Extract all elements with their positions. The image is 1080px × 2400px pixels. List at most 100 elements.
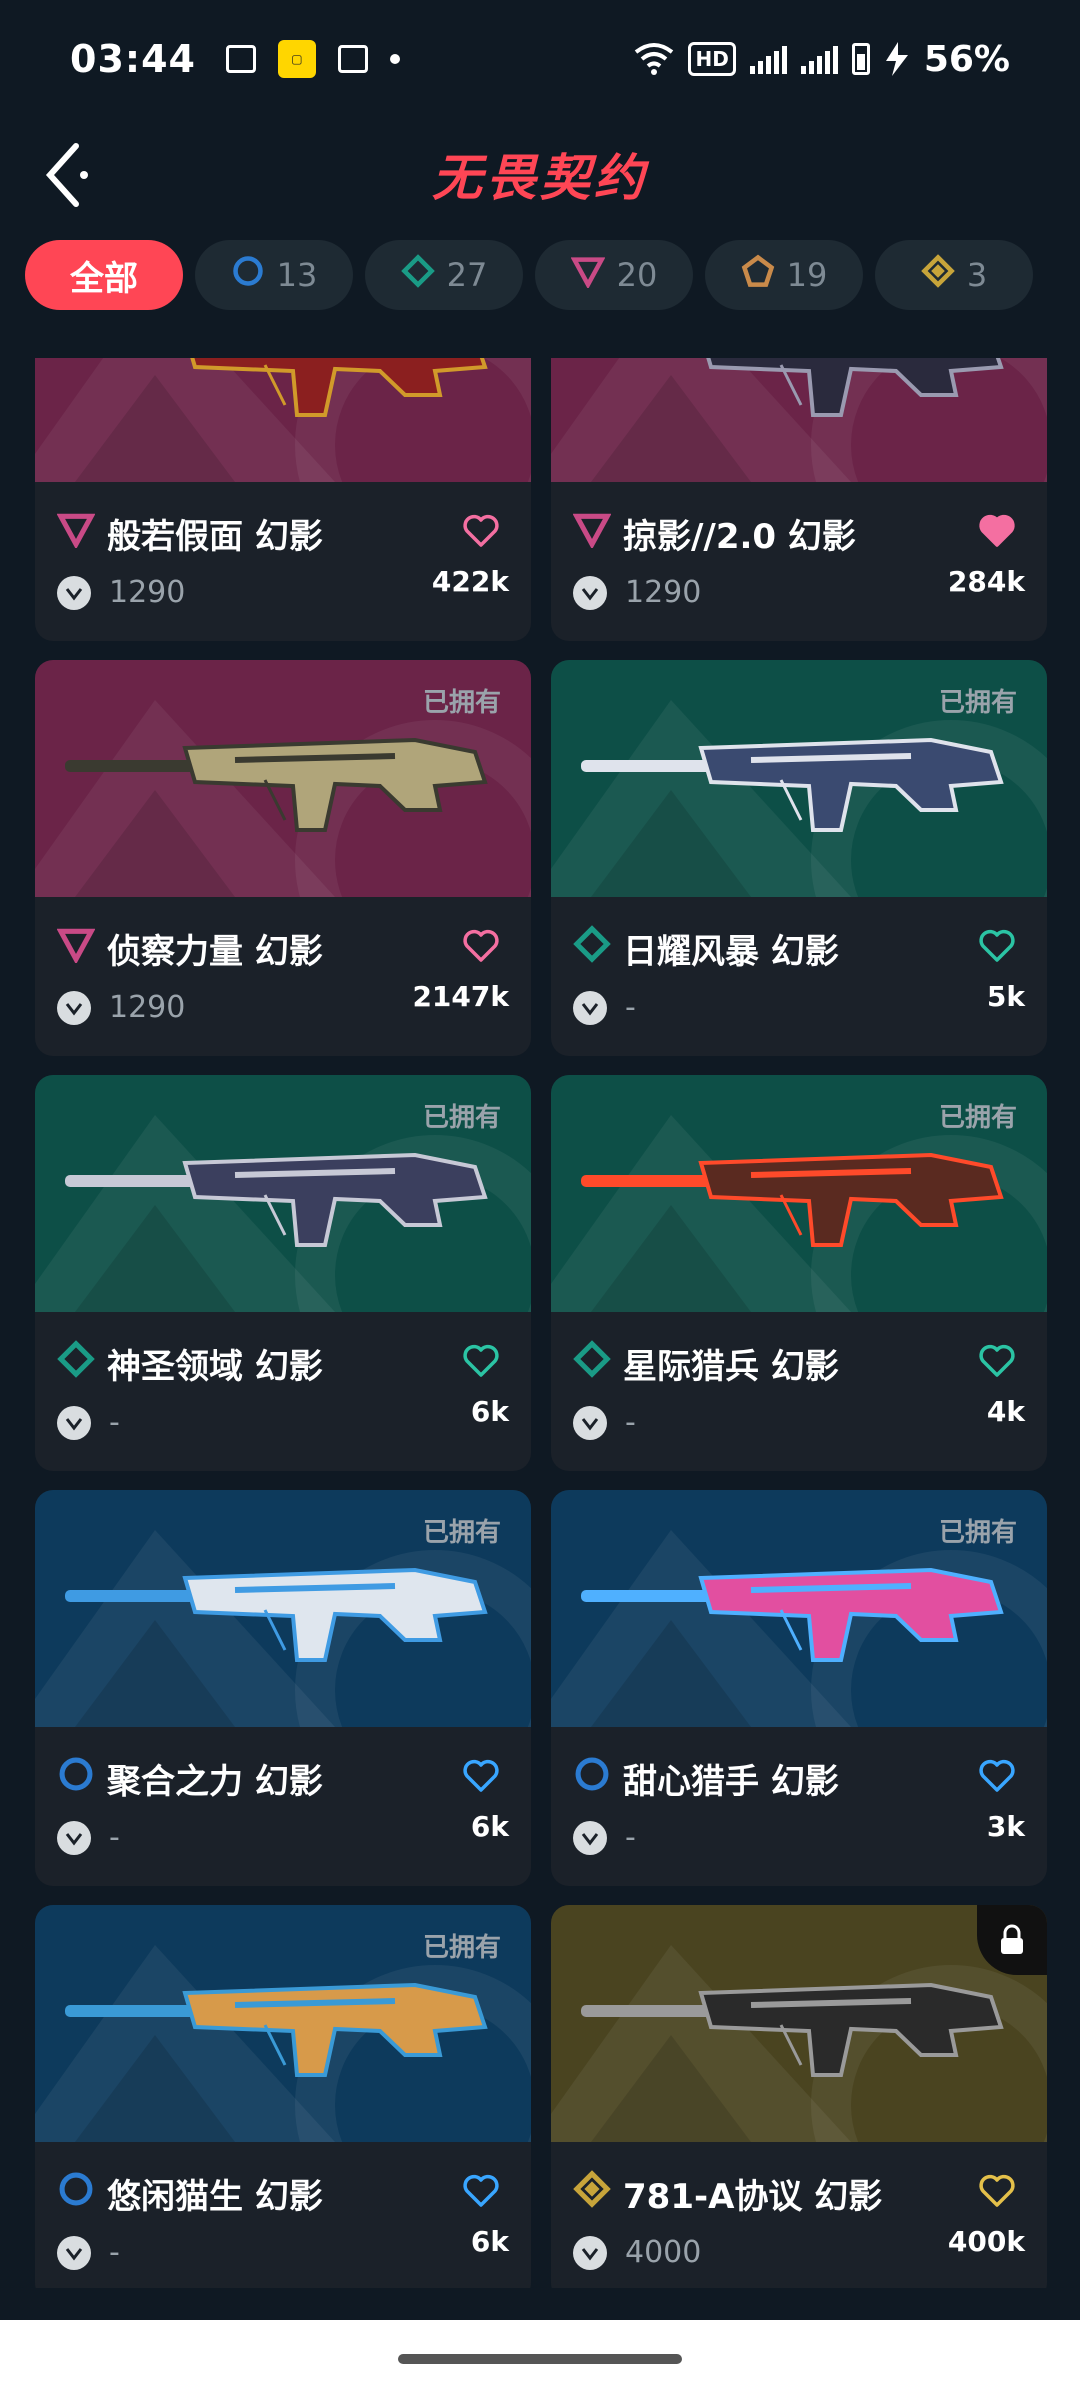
heart-filled-icon[interactable]	[977, 511, 1017, 551]
tier-filter-bar: 全部 13 27 20 19 3	[25, 240, 1033, 310]
like-count: 284k	[947, 565, 1025, 598]
vp-currency-icon	[573, 575, 607, 610]
screenshot-icon	[337, 45, 368, 73]
heart-icon[interactable]	[461, 926, 501, 966]
skin-card[interactable]: 已拥有 聚合之力 幻影 - 6k	[35, 1490, 531, 1886]
like-count: 4k	[986, 1395, 1025, 1428]
battery-icon	[851, 43, 870, 75]
filter-chip-select[interactable]: 13	[195, 240, 353, 310]
price-value: -	[109, 1405, 120, 1440]
like-count: 422k	[431, 565, 509, 598]
filter-chip-deluxe[interactable]: 27	[365, 240, 523, 310]
owned-badge: 已拥有	[938, 688, 1017, 718]
status-bar: 03:44 ▢ HD 56%	[0, 0, 1080, 118]
heart-icon[interactable]	[461, 1341, 501, 1381]
deluxe-tier-icon	[57, 1340, 95, 1387]
premium-tier-icon	[572, 510, 612, 557]
skin-price: 1290	[57, 990, 185, 1025]
ultra-tier-icon	[921, 254, 955, 296]
skin-price: 4000	[573, 2235, 701, 2270]
ultra-tier-icon	[573, 2170, 611, 2217]
price-value: 4000	[625, 2235, 702, 2270]
skin-name: 日耀风暴 幻影	[623, 932, 839, 972]
filter-chip-label: 19	[786, 256, 828, 294]
skin-card[interactable]: 掠影//2.0 幻影 1290 284k	[551, 358, 1047, 641]
premium-tier-icon	[56, 510, 96, 557]
like-count: 2147k	[412, 980, 509, 1013]
skin-card[interactable]: 781-A协议 幻影 4000 400k	[551, 1905, 1047, 2288]
vp-currency-icon	[57, 990, 91, 1025]
deluxe-tier-icon	[400, 254, 435, 296]
price-value: 1290	[109, 575, 186, 610]
hd-icon: HD	[688, 42, 736, 76]
app-notification-icon: ▢	[277, 40, 316, 78]
skin-title: 甜心猎手 幻影	[573, 1754, 839, 1803]
skin-card[interactable]: 已拥有 日耀风暴 幻影 - 5k	[551, 660, 1047, 1056]
skin-name: 神圣领域 幻影	[107, 1347, 323, 1387]
battery-percent: 56%	[923, 38, 1010, 80]
skin-title: 日耀风暴 幻影	[573, 924, 839, 973]
page-title: 无畏契约	[432, 149, 648, 207]
price-value: -	[109, 1820, 120, 1855]
skin-card[interactable]: 已拥有星际猎兵 幻影 - 4k	[551, 1075, 1047, 1471]
like-count: 5k	[986, 980, 1025, 1013]
skin-title: 侦察力量 幻影	[56, 924, 323, 973]
price-value: -	[625, 1820, 636, 1855]
price-value: -	[109, 2235, 120, 2270]
skin-title: 掠影//2.0 幻影	[572, 509, 856, 558]
price-value: 1290	[109, 990, 186, 1025]
skin-card[interactable]: 已拥有神圣领域 幻影 - 6k	[35, 1075, 531, 1471]
skin-name: 星际猎兵 幻影	[623, 1347, 839, 1387]
owned-badge: 已拥有	[422, 1103, 501, 1133]
vp-currency-icon	[57, 2235, 91, 2270]
skin-image	[551, 358, 1047, 482]
heart-icon[interactable]	[977, 1341, 1017, 1381]
skin-name: 781-A协议 幻影	[623, 2177, 883, 2217]
skin-price: 1290	[573, 575, 701, 610]
status-time: 03:44	[70, 37, 196, 81]
heart-icon[interactable]	[977, 1756, 1017, 1796]
like-count: 6k	[470, 1395, 509, 1428]
filter-chip-label: 20	[616, 256, 658, 294]
skin-title: 星际猎兵 幻影	[573, 1339, 839, 1388]
skin-title: 般若假面 幻影	[56, 509, 323, 558]
skin-title: 781-A协议 幻影	[573, 2169, 882, 2218]
price-value: 1290	[625, 575, 702, 610]
skin-price: -	[57, 1820, 120, 1855]
filter-chip-label: 全部	[70, 258, 138, 299]
system-nav-bar	[0, 2320, 1080, 2400]
skin-card[interactable]: 已拥有 悠闲猫生 幻影 - 6k	[35, 1905, 531, 2288]
filter-chip-premium[interactable]: 20	[535, 240, 693, 310]
heart-icon[interactable]	[461, 2171, 501, 2211]
filter-chip-label: 3	[966, 256, 988, 294]
owned-badge: 已拥有	[938, 1103, 1017, 1133]
heart-icon[interactable]	[977, 926, 1017, 966]
skin-price: -	[573, 1405, 636, 1440]
skin-name: 侦察力量 幻影	[107, 932, 323, 972]
select-tier-icon	[573, 1755, 611, 1802]
filter-chip-exclusive[interactable]: 19	[705, 240, 863, 310]
skin-price: 1290	[57, 575, 185, 610]
owned-badge: 已拥有	[422, 1518, 501, 1548]
home-gesture-pill[interactable]	[398, 2354, 682, 2364]
heart-icon[interactable]	[461, 511, 501, 551]
skin-price: -	[57, 2235, 120, 2270]
exclusive-tier-icon	[741, 254, 775, 296]
signal-icon-2	[800, 44, 838, 74]
heart-icon[interactable]	[461, 1756, 501, 1796]
filter-chip-all[interactable]: 全部	[25, 240, 183, 310]
skin-card[interactable]: 已拥有 侦察力量 幻影 1290 2147k	[35, 660, 531, 1056]
skin-price: -	[573, 1820, 636, 1855]
skin-name: 掠影//2.0 幻影	[623, 517, 856, 557]
vp-currency-icon	[57, 1820, 91, 1855]
filter-chip-ultra[interactable]: 3	[875, 240, 1033, 310]
skin-title: 悠闲猫生 幻影	[57, 2169, 323, 2218]
system-icons: HD 56%	[634, 39, 1010, 80]
heart-icon[interactable]	[977, 2171, 1017, 2211]
skin-card[interactable]: 般若假面 幻影 1290 422k	[35, 358, 531, 641]
premium-tier-icon	[570, 254, 606, 296]
select-tier-icon	[57, 1755, 95, 1802]
skin-image	[551, 1905, 1047, 2142]
skin-card[interactable]: 已拥有 甜心猎手 幻影 - 3k	[551, 1490, 1047, 1886]
premium-tier-icon	[56, 925, 96, 972]
